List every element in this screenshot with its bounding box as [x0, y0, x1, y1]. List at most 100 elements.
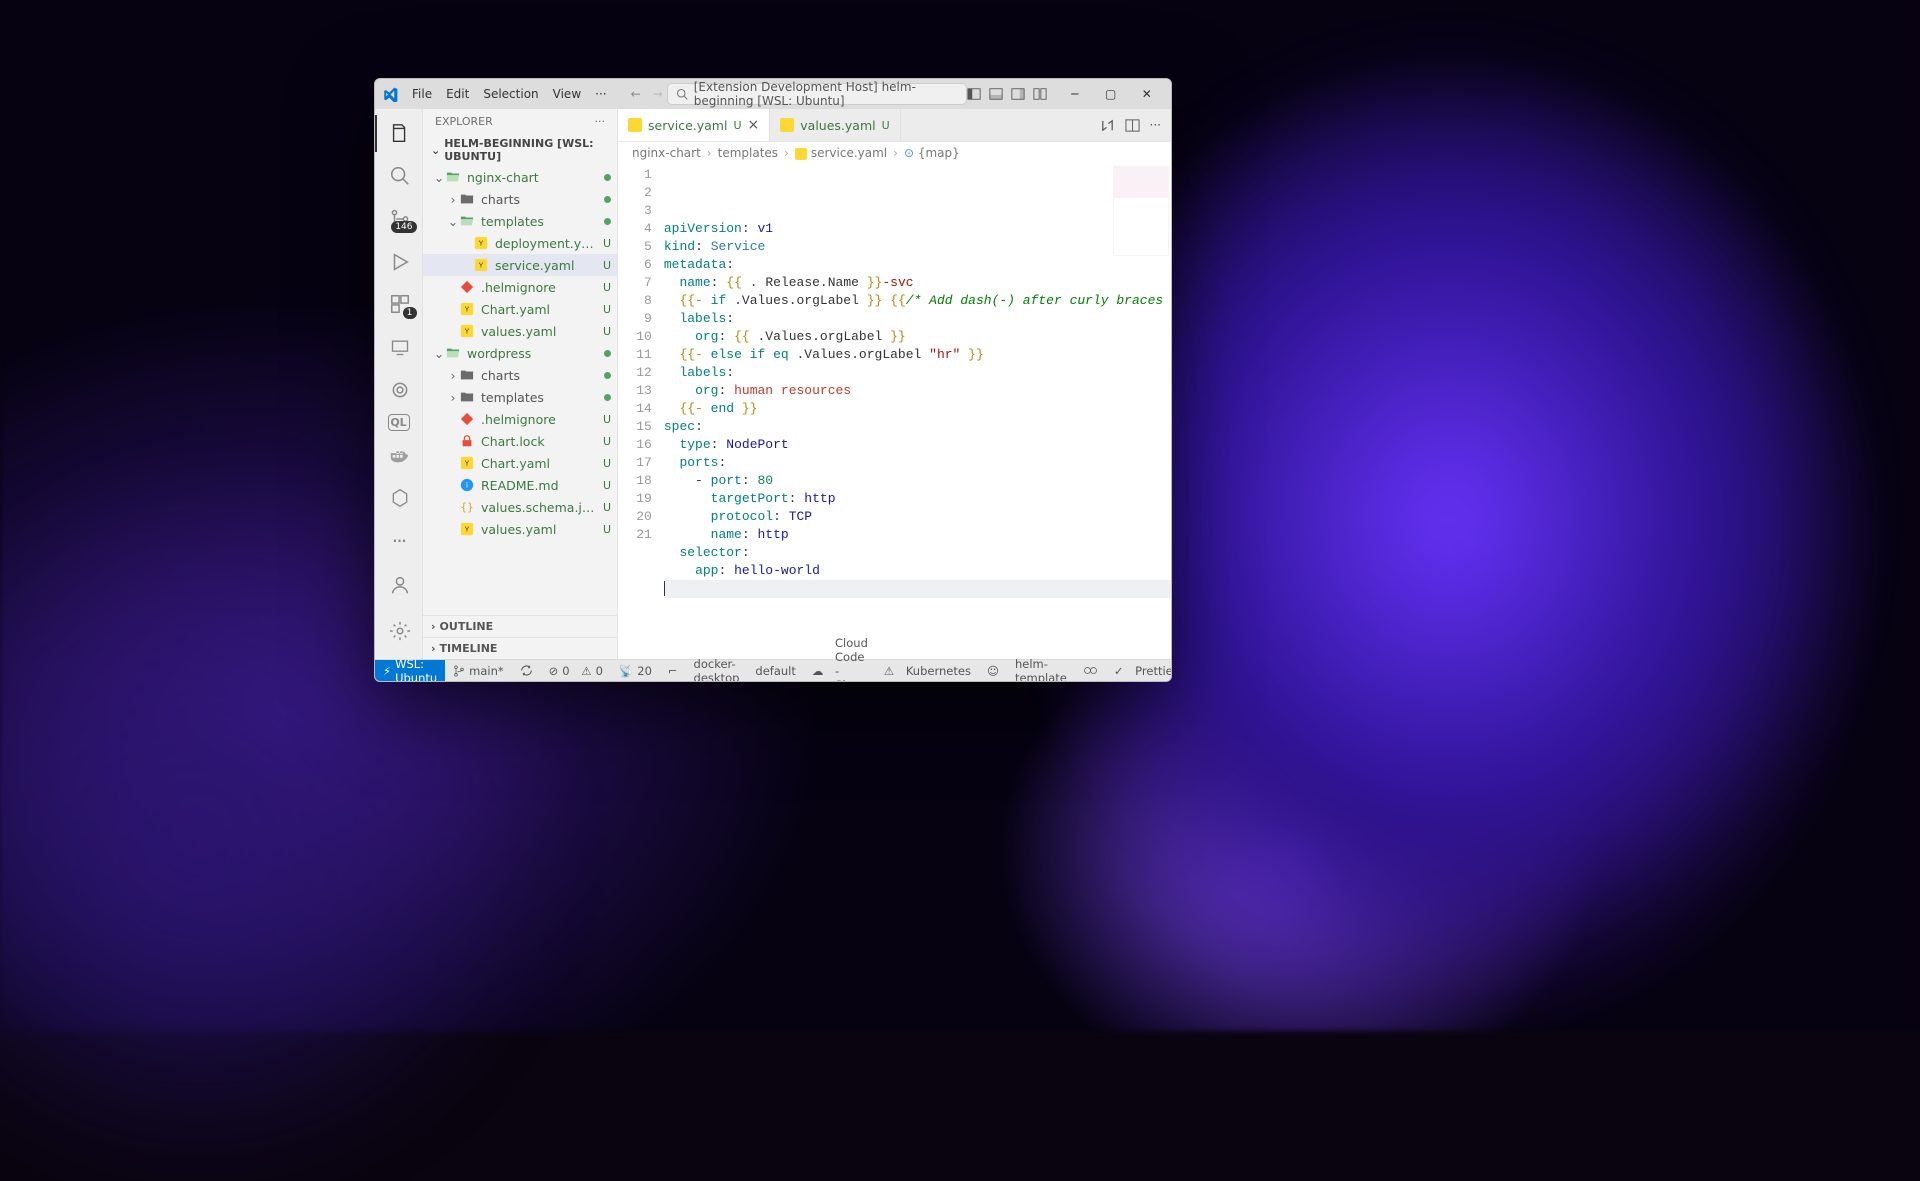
customize-layout-icon[interactable]	[1033, 87, 1047, 101]
tree-item-values-yaml[interactable]: Yvalues.yamlU	[423, 320, 617, 342]
tree-item-templates[interactable]: ›templates	[423, 386, 617, 408]
tree-item-nginx-chart[interactable]: ⌄nginx-chart	[423, 166, 617, 188]
timeline-section[interactable]: ›TIMELINE	[423, 637, 617, 659]
status-k8s-ns[interactable]: default	[747, 660, 803, 681]
command-center[interactable]: [Extension Development Host] helm-beginn…	[667, 83, 967, 105]
code-line[interactable]: metadata:	[664, 256, 1171, 274]
code-line[interactable]: name: {{ . Release.Name }}-svc	[664, 274, 1171, 292]
code-line[interactable]: {{- end }}	[664, 400, 1171, 418]
split-editor-icon[interactable]	[1125, 118, 1140, 133]
status-kubernetes[interactable]: ⚠ Kubernetes	[876, 660, 979, 681]
tab-close-icon[interactable]: ×	[748, 117, 760, 133]
code-line[interactable]: labels:	[664, 364, 1171, 382]
activity-remote[interactable]	[375, 329, 423, 366]
code-content[interactable]: apiVersion: v1kind: Servicemetadata: nam…	[664, 164, 1171, 659]
code-line[interactable]: org: human resources	[664, 382, 1171, 400]
status-smiley[interactable]: ☺	[979, 660, 1007, 681]
tree-item--helmignore[interactable]: .helmignoreU	[423, 276, 617, 298]
code-line[interactable]: apiVersion: v1	[664, 220, 1171, 238]
breadcrumb-item[interactable]: templates	[718, 146, 778, 160]
toggle-panel-left-icon[interactable]	[967, 87, 981, 101]
status-problems[interactable]: ⊘0 ⚠0	[541, 660, 611, 681]
compare-changes-icon[interactable]	[1100, 118, 1115, 133]
status-prettier[interactable]: ✓ Prettier	[1106, 660, 1172, 681]
maximize-button[interactable]: ▢	[1093, 79, 1129, 109]
close-button[interactable]: ✕	[1129, 79, 1165, 109]
svg-text:Y: Y	[479, 263, 484, 270]
status-language[interactable]: helm-template	[1007, 660, 1075, 681]
menu-selection[interactable]: Selection	[477, 85, 544, 103]
tree-item-service-yaml[interactable]: Yservice.yamlU	[423, 254, 617, 276]
activity-settings[interactable]	[375, 611, 423, 651]
code-line[interactable]: selector:	[664, 544, 1171, 562]
tree-item-chart-yaml[interactable]: YChart.yamlU	[423, 298, 617, 320]
tree-item--helmignore[interactable]: .helmignoreU	[423, 408, 617, 430]
explorer-more-icon[interactable]: ···	[595, 115, 606, 128]
tab-values-yaml[interactable]: values.yaml U	[770, 109, 900, 141]
breadcrumbs[interactable]: nginx-chart›templates›service.yaml›⊙ {ma…	[618, 142, 1171, 164]
status-terminal-icon[interactable]: ⌐	[660, 660, 686, 681]
breadcrumb-item[interactable]: nginx-chart	[632, 146, 701, 160]
minimize-button[interactable]: ─	[1057, 79, 1093, 109]
tree-item-values-yaml[interactable]: Yvalues.yamlU	[423, 518, 617, 540]
code-line[interactable]: - port: 80	[664, 472, 1171, 490]
activity-source-control[interactable]: 146	[375, 200, 423, 237]
code-line[interactable]: {{- if .Values.orgLabel }} {{/* Add dash…	[664, 292, 1171, 310]
tree-item-wordpress[interactable]: ⌄wordpress	[423, 342, 617, 364]
status-sync[interactable]	[512, 660, 541, 681]
code-line[interactable]: org: {{ .Values.orgLabel }}	[664, 328, 1171, 346]
code-line[interactable]: ports:	[664, 454, 1171, 472]
menu-file[interactable]: File	[406, 85, 438, 103]
status-ports[interactable]: 📡20	[611, 660, 660, 681]
tree-item-deployment-yaml[interactable]: Ydeployment.yamlU	[423, 232, 617, 254]
code-line[interactable]: type: NodePort	[664, 436, 1171, 454]
tab-more-icon[interactable]: ···	[1150, 118, 1161, 132]
nav-back-icon[interactable]: ←	[627, 85, 645, 103]
activity-explorer[interactable]	[375, 115, 423, 152]
tree-item-values-schema-json[interactable]: {}values.schema.jsonU	[423, 496, 617, 518]
tab-service-yaml[interactable]: service.yaml U×	[618, 109, 770, 141]
menu-overflow[interactable]: ···	[589, 85, 612, 103]
toggle-panel-right-icon[interactable]	[1011, 87, 1025, 101]
toggle-panel-bottom-icon[interactable]	[989, 87, 1003, 101]
code-line[interactable]: protocol: TCP	[664, 508, 1171, 526]
explorer-folder-section[interactable]: ⌄ HELM-BEGINNING [WSL: UBUNTU]	[423, 134, 617, 166]
status-k8s-context[interactable]: docker-desktop	[686, 660, 748, 681]
code-line[interactable]	[664, 580, 1171, 598]
code-line[interactable]: targetPort: http	[664, 490, 1171, 508]
outline-section[interactable]: ›OUTLINE	[423, 615, 617, 637]
code-line[interactable]: labels:	[664, 310, 1171, 328]
tree-item-charts[interactable]: ›charts	[423, 188, 617, 210]
tree-item-chart-yaml[interactable]: YChart.yamlU	[423, 452, 617, 474]
activity-extensions[interactable]: 1	[375, 286, 423, 323]
tree-item-label: values.schema.json	[481, 500, 599, 515]
activity-run-debug[interactable]	[375, 243, 423, 280]
code-line[interactable]: spec:	[664, 418, 1171, 436]
activity-hex-icon[interactable]	[375, 480, 423, 517]
status-go-icon[interactable]	[1075, 660, 1106, 681]
code-editor[interactable]: 123456789101112131415161718192021 apiVer…	[618, 164, 1171, 659]
activity-overflow[interactable]: ···	[375, 522, 423, 559]
tree-item-templates[interactable]: ⌄templates	[423, 210, 617, 232]
status-cloud-code[interactable]: ☁ Cloud Code - Sign in	[804, 660, 876, 681]
code-line[interactable]: app: hello-world	[664, 562, 1171, 580]
menu-view[interactable]: View	[547, 85, 587, 103]
activity-ql-icon[interactable]: QL	[388, 414, 410, 431]
tree-item-charts[interactable]: ›charts	[423, 364, 617, 386]
activity-docker-icon[interactable]	[375, 437, 423, 474]
menu-edit[interactable]: Edit	[440, 85, 475, 103]
code-line[interactable]: kind: Service	[664, 238, 1171, 256]
status-branch[interactable]: main*	[445, 660, 511, 681]
breadcrumb-item[interactable]: ⊙ {map}	[904, 146, 960, 160]
tree-item-readme-md[interactable]: iREADME.mdU	[423, 474, 617, 496]
nav-forward-icon[interactable]: →	[649, 85, 667, 103]
activity-accounts[interactable]	[375, 565, 423, 605]
code-line[interactable]: name: http	[664, 526, 1171, 544]
breadcrumb-item[interactable]: service.yaml	[795, 146, 887, 160]
minimap[interactable]	[1113, 166, 1169, 256]
activity-search[interactable]	[375, 158, 423, 195]
tree-item-chart-lock[interactable]: Chart.lockU	[423, 430, 617, 452]
code-line[interactable]: {{- else if eq .Values.orgLabel "hr" }}	[664, 346, 1171, 364]
status-remote[interactable]: ⚡WSL: Ubuntu	[375, 660, 445, 681]
activity-circle-icon[interactable]	[375, 371, 423, 408]
